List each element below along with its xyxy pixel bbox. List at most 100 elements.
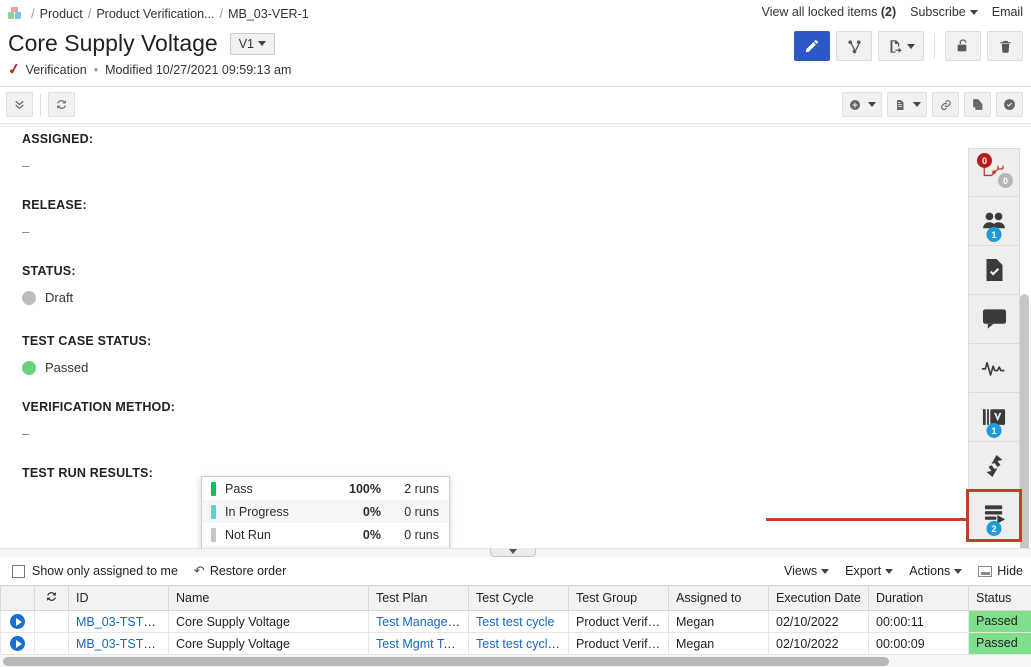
test-cycle-link[interactable]: Test test cycle 1	[476, 637, 565, 651]
tooltip-row-in-progress: In Progress 0% 0 runs	[202, 500, 449, 523]
toolbar-divider	[934, 33, 935, 59]
tooltip-row-not-run: Not Run 0% 0 runs	[202, 523, 449, 546]
table-row[interactable]: MB_03-TSTRN-… Core Supply Voltage Test M…	[0, 632, 1031, 655]
table-row[interactable]: MB_03-TSTRN-… Core Supply Voltage Test M…	[0, 610, 1031, 633]
splitter-handle[interactable]	[490, 548, 536, 557]
test-cycle-link[interactable]: Test test cycle	[476, 615, 555, 629]
cell-test-cycle[interactable]: Test test cycle 1	[468, 632, 569, 655]
collapse-all-button[interactable]	[6, 92, 33, 117]
table-scrollbar-track[interactable]	[0, 654, 1031, 667]
test-case-status-dot-icon	[22, 360, 36, 375]
cell-execution-date: 02/10/2022	[768, 610, 869, 633]
rail-activity[interactable]	[968, 344, 1020, 393]
tooltip-percent: 0%	[362, 504, 381, 519]
rail-comments[interactable]	[968, 295, 1020, 344]
breadcrumb-item-product-verification[interactable]: Product Verification...	[96, 7, 214, 21]
share-nodes-icon	[847, 39, 861, 53]
tooltip-runs: 2 runs	[404, 481, 439, 496]
approve-button[interactable]	[996, 92, 1023, 117]
cell-test-cycle[interactable]: Test test cycle	[468, 610, 569, 633]
chevron-down-icon	[912, 102, 921, 107]
rail-test-runs[interactable]: 2	[966, 489, 1022, 542]
subscribe-menu[interactable]: Subscribe	[910, 5, 978, 19]
pencil-icon	[806, 39, 818, 52]
test-plan-link[interactable]: Test Mgmt Test …	[376, 637, 468, 651]
refresh-button[interactable]	[48, 92, 75, 117]
breadcrumb-separator: /	[31, 6, 35, 21]
cell-name: Core Supply Voltage	[168, 632, 369, 655]
edit-button[interactable]	[794, 31, 830, 61]
cell-test-group: Product Verifica…	[568, 610, 669, 633]
test-run-id-link[interactable]: MB_03-TSTRN-…	[76, 615, 168, 629]
export-menu[interactable]: Export	[845, 564, 894, 578]
lock-button[interactable]	[945, 31, 981, 61]
arrows-swap-icon	[986, 455, 1002, 477]
run-button-cell[interactable]	[0, 610, 35, 633]
run-test-icon[interactable]	[10, 636, 25, 651]
email-link[interactable]: Email	[992, 5, 1023, 19]
rail-documents[interactable]	[968, 246, 1020, 295]
column-status[interactable]: Status	[968, 585, 1031, 611]
column-assigned-to[interactable]: Assigned to	[668, 585, 769, 611]
plus-circle-icon	[849, 99, 860, 110]
export-button[interactable]	[878, 31, 924, 61]
table-scrollbar-thumb[interactable]	[3, 657, 889, 666]
column-test-group[interactable]: Test Group	[568, 585, 669, 611]
check-circle-icon	[1004, 99, 1015, 110]
tooltip-row-pass: Pass 100% 2 runs	[202, 477, 449, 500]
chevrons-down-icon	[15, 100, 24, 110]
test-runs-badge: 2	[986, 521, 1002, 536]
breadcrumb-separator: /	[87, 6, 92, 21]
column-execution-date[interactable]: Execution Date	[768, 585, 869, 611]
breadcrumb-item-product[interactable]: Product	[40, 7, 83, 21]
restore-order-button[interactable]: ↶ Restore order	[194, 563, 286, 579]
show-only-assigned-checkbox[interactable]	[12, 564, 25, 578]
version-selector[interactable]: V1	[229, 32, 275, 55]
add-button[interactable]	[842, 92, 882, 117]
status-badge: Passed	[969, 611, 1031, 632]
cell-test-plan[interactable]: Test Manageme…	[368, 610, 469, 633]
status-value: Draft	[45, 290, 74, 305]
sync-cell	[34, 632, 69, 655]
rail-traceability[interactable]: 0 0	[968, 148, 1020, 197]
tooltip-percent: 0%	[362, 527, 381, 542]
hide-panel-button[interactable]: Hide	[978, 564, 1023, 578]
column-sync[interactable]	[34, 585, 69, 611]
actions-menu[interactable]: Actions	[909, 564, 963, 578]
field-label: TEST CASE STATUS:	[22, 334, 152, 348]
cell-id[interactable]: MB_03-TSTRN-…	[68, 610, 169, 633]
column-run[interactable]	[0, 585, 35, 611]
status-badge: Passed	[969, 633, 1031, 654]
column-name[interactable]: Name	[168, 585, 369, 611]
rail-changes[interactable]	[968, 442, 1020, 491]
test-plan-link[interactable]: Test Manageme…	[376, 615, 468, 629]
test-runs-toolbar-right: Views Export Actions Hide	[784, 557, 1023, 585]
cell-id[interactable]: MB_03-TSTRN-…	[68, 632, 169, 655]
field-value: –	[22, 224, 30, 239]
table-header-row: ID Name Test Plan Test Cycle Test Group …	[0, 585, 1031, 611]
column-id[interactable]: ID	[68, 585, 169, 611]
share-button[interactable]	[836, 31, 872, 61]
cell-test-plan[interactable]: Test Mgmt Test …	[368, 632, 469, 655]
run-button-cell[interactable]	[0, 632, 35, 655]
rail-users[interactable]: 1	[968, 197, 1020, 246]
delete-button[interactable]	[987, 31, 1023, 61]
test-run-id-link[interactable]: MB_03-TSTRN-…	[76, 637, 168, 651]
document-check-icon	[986, 259, 1002, 281]
column-test-cycle[interactable]: Test Cycle	[468, 585, 569, 611]
toolbar-divider	[40, 93, 41, 116]
new-document-button[interactable]	[887, 92, 927, 117]
comment-bubble-icon	[982, 309, 1006, 329]
column-duration[interactable]: Duration	[868, 585, 969, 611]
minimize-icon	[978, 565, 993, 577]
panel-splitter[interactable]	[0, 548, 1031, 557]
copy-button[interactable]	[964, 92, 991, 117]
rail-reviews[interactable]: 1	[968, 393, 1020, 442]
view-locked-items-link[interactable]: View all locked items (2)	[762, 5, 897, 19]
link-button[interactable]	[932, 92, 959, 117]
column-test-plan[interactable]: Test Plan	[368, 585, 469, 611]
chevron-down-icon	[969, 10, 978, 16]
views-menu[interactable]: Views	[784, 564, 830, 578]
sync-cell	[34, 610, 69, 633]
run-test-icon[interactable]	[10, 614, 25, 629]
